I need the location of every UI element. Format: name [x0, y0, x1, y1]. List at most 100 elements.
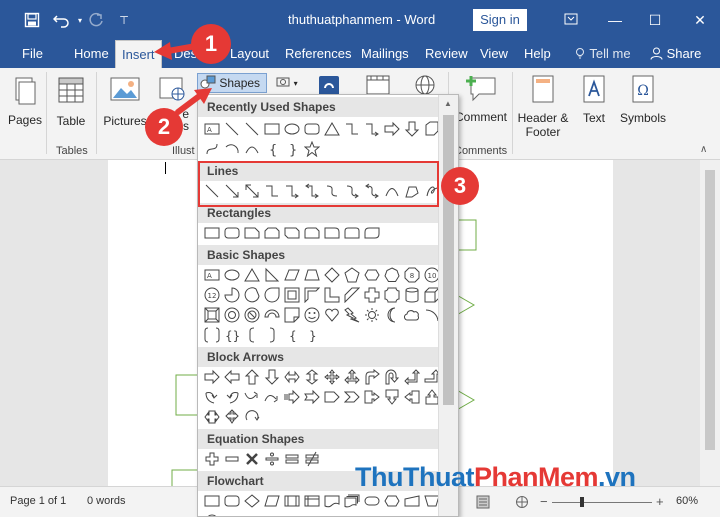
- page-count[interactable]: Page 1 of 1: [10, 495, 66, 507]
- circular-arrow-icon[interactable]: [242, 407, 262, 427]
- freeform-shape-icon[interactable]: [202, 139, 222, 159]
- dodecagon-icon[interactable]: 12: [202, 285, 222, 305]
- pictures-button[interactable]: Pictures: [101, 76, 149, 128]
- tab-help[interactable]: Help: [518, 40, 557, 68]
- zoom-slider[interactable]: [552, 497, 652, 507]
- teardrop-icon[interactable]: [262, 285, 282, 305]
- print-layout-icon[interactable]: [476, 495, 490, 512]
- diagonal-stripe-icon[interactable]: [342, 285, 362, 305]
- u-turn-arrow-icon[interactable]: [382, 367, 402, 387]
- oval-icon[interactable]: [222, 265, 242, 285]
- internal-storage-icon[interactable]: [302, 491, 322, 511]
- chord-icon[interactable]: [242, 285, 262, 305]
- snip-same-side-rectangle-icon[interactable]: [262, 223, 282, 243]
- left-bracket-icon[interactable]: [242, 325, 262, 345]
- tab-file[interactable]: File: [16, 40, 49, 68]
- double-bracket-icon[interactable]: [202, 325, 222, 345]
- half-frame-icon[interactable]: [302, 285, 322, 305]
- preparation-icon[interactable]: [382, 491, 402, 511]
- multiply-icon[interactable]: [242, 449, 262, 469]
- zoom-level[interactable]: 60%: [676, 495, 698, 507]
- rectangle-icon[interactable]: [202, 223, 222, 243]
- tell-me-search[interactable]: Tell me: [568, 40, 637, 68]
- parallelogram-icon[interactable]: [282, 265, 302, 285]
- left-arrow-icon[interactable]: [222, 367, 242, 387]
- redo-icon[interactable]: [84, 8, 108, 32]
- shapes-gallery-scrollbar[interactable]: ▲: [438, 95, 458, 516]
- left-arrow-callout-icon[interactable]: [402, 387, 422, 407]
- up-arrow-icon[interactable]: [242, 367, 262, 387]
- snip-diagonal-rectangle-icon[interactable]: [282, 223, 302, 243]
- cloud-icon[interactable]: [402, 305, 422, 325]
- not-equal-icon[interactable]: [302, 449, 322, 469]
- minus-icon[interactable]: [222, 449, 242, 469]
- scrollbar-thumb[interactable]: [705, 170, 715, 450]
- heptagon-icon[interactable]: [382, 265, 402, 285]
- tab-references[interactable]: References: [279, 40, 357, 68]
- down-arrow-icon[interactable]: [262, 367, 282, 387]
- right-brace-shape-icon[interactable]: }: [282, 139, 302, 159]
- down-arrow-shape-icon[interactable]: [402, 119, 422, 139]
- no-symbol-icon[interactable]: [242, 305, 262, 325]
- minimize-icon[interactable]: —: [600, 8, 630, 32]
- curved-right-arrow-icon[interactable]: [202, 387, 222, 407]
- frame-icon[interactable]: [282, 285, 302, 305]
- moon-icon[interactable]: [382, 305, 402, 325]
- pie-icon[interactable]: [222, 285, 242, 305]
- triangle-shape-icon[interactable]: [322, 119, 342, 139]
- elbow-connector-shape-icon[interactable]: [342, 119, 362, 139]
- web-layout-icon[interactable]: [515, 495, 529, 512]
- tab-review[interactable]: Review: [419, 40, 474, 68]
- bent-arrow-icon[interactable]: [362, 367, 382, 387]
- shapes-scroll-thumb[interactable]: [443, 115, 454, 405]
- text-box-shape-icon[interactable]: A: [202, 119, 222, 139]
- cross-icon[interactable]: [362, 285, 382, 305]
- pentagon-arrow-icon[interactable]: [322, 387, 342, 407]
- oval-shape-icon[interactable]: [282, 119, 302, 139]
- alternate-process-icon[interactable]: [222, 491, 242, 511]
- line-shape-icon[interactable]: [242, 119, 262, 139]
- left-up-arrow-icon[interactable]: [402, 367, 422, 387]
- vertical-scrollbar[interactable]: [700, 160, 720, 486]
- tab-home[interactable]: Home: [68, 40, 115, 68]
- smiley-face-icon[interactable]: [302, 305, 322, 325]
- equal-icon[interactable]: [282, 449, 302, 469]
- block-arc-icon[interactable]: [262, 305, 282, 325]
- round-same-side-rectangle-icon[interactable]: [342, 223, 362, 243]
- pentagon-icon[interactable]: [342, 265, 362, 285]
- line-shape-icon[interactable]: [222, 119, 242, 139]
- text-box-icon[interactable]: A: [202, 265, 222, 285]
- right-brace-icon[interactable]: }: [302, 325, 322, 345]
- zoom-slider-thumb[interactable]: [580, 497, 584, 507]
- down-arrow-callout-icon[interactable]: [382, 387, 402, 407]
- diamond-icon[interactable]: [322, 265, 342, 285]
- folded-corner-icon[interactable]: [282, 305, 302, 325]
- sun-icon[interactable]: [362, 305, 382, 325]
- symbols-button[interactable]: Ω Symbols: [616, 74, 670, 125]
- right-triangle-icon[interactable]: [262, 265, 282, 285]
- right-arrow-icon[interactable]: [202, 367, 222, 387]
- snip-round-rectangle-icon[interactable]: [302, 223, 322, 243]
- tab-mailings[interactable]: Mailings: [355, 40, 415, 68]
- quad-arrow-icon[interactable]: [322, 367, 342, 387]
- round-single-corner-rectangle-icon[interactable]: [322, 223, 342, 243]
- left-brace-shape-icon[interactable]: {: [262, 139, 282, 159]
- scroll-up-icon[interactable]: ▲: [444, 99, 452, 108]
- snip-corner-rectangle-icon[interactable]: [242, 223, 262, 243]
- sign-in-button[interactable]: Sign in: [473, 9, 527, 31]
- word-count[interactable]: 0 words: [87, 495, 126, 507]
- heart-icon[interactable]: [322, 305, 342, 325]
- terminator-icon[interactable]: [362, 491, 382, 511]
- collapse-ribbon-icon[interactable]: ∧: [700, 144, 707, 155]
- left-right-arrow-callout-icon[interactable]: [202, 407, 222, 427]
- maximize-icon[interactable]: ☐: [640, 8, 670, 32]
- connector-icon[interactable]: [202, 511, 222, 516]
- decision-icon[interactable]: [242, 491, 262, 511]
- predefined-process-icon[interactable]: [282, 491, 302, 511]
- double-brace-icon[interactable]: {}: [222, 325, 242, 345]
- curve-shape-icon[interactable]: [242, 139, 262, 159]
- text-button[interactable]: Text: [574, 74, 614, 125]
- right-arrow-shape-icon[interactable]: [382, 119, 402, 139]
- elbow-arrow-shape-icon[interactable]: [362, 119, 382, 139]
- process-icon[interactable]: [202, 491, 222, 511]
